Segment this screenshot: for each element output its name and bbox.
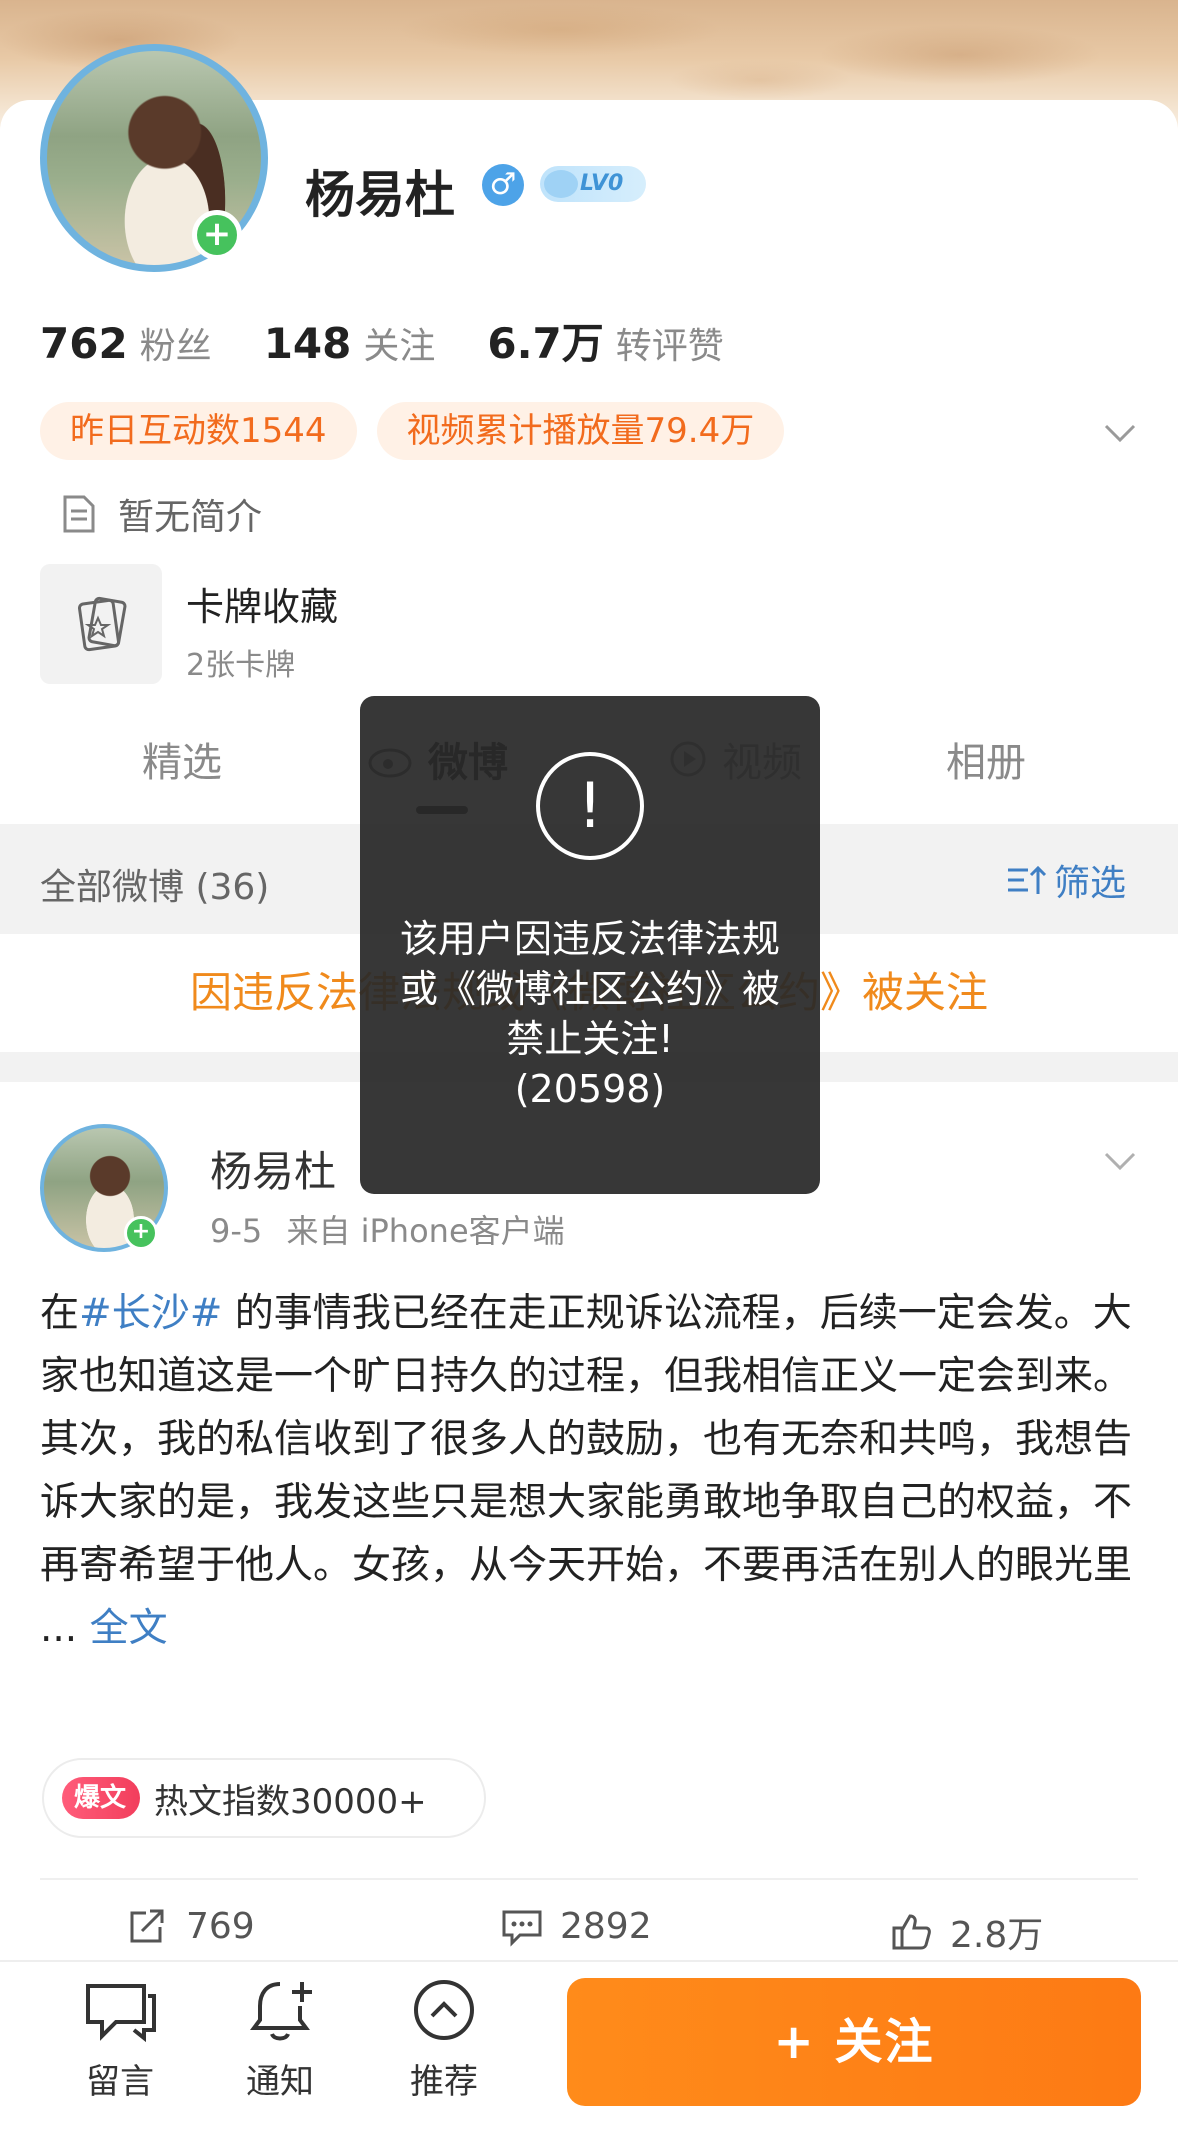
bio: 暂无简介 bbox=[62, 488, 262, 540]
pill-interactions[interactable]: 昨日互动数1544 bbox=[40, 402, 357, 460]
tab-album[interactable]: 相册 bbox=[946, 730, 1026, 788]
stat-following[interactable]: 148 关注 bbox=[264, 317, 436, 369]
repost-button[interactable]: 769 bbox=[126, 1906, 255, 1947]
bell-plus-icon bbox=[250, 1982, 312, 2041]
card-collection-count: 2张卡牌 bbox=[186, 648, 296, 683]
profile-stats: 762 粉丝 148 关注 6.7万 转评赞 bbox=[40, 310, 776, 371]
post-paragraph: 其次，我的私信收到了很多人的鼓励，也有无奈和共鸣，我想告诉大家的是，我发这些只是… bbox=[40, 1408, 1150, 1660]
chevron-down-icon[interactable] bbox=[1098, 410, 1142, 454]
comment-icon bbox=[502, 1910, 542, 1947]
toast-message-block: 该用户因违反法律法规或《微博社区公约》被禁止关注! (20598) bbox=[390, 914, 790, 1114]
post-text: 在 bbox=[40, 1291, 80, 1336]
tab-label: 精选 bbox=[142, 740, 222, 786]
filter-icon bbox=[1008, 865, 1047, 894]
hot-post-chip[interactable]: 爆文 热文指数30000+ bbox=[42, 1758, 486, 1838]
follow-button[interactable]: + 关注 bbox=[567, 1978, 1141, 2106]
notify-label: 通知 bbox=[246, 2062, 314, 2102]
stat-label: 关注 bbox=[363, 326, 436, 367]
level-badge[interactable]: LV0 bbox=[540, 166, 646, 202]
post-meta: 9-5 来自 iPhone客户端 bbox=[210, 1206, 579, 1252]
notify-button[interactable]: 通知 bbox=[220, 1976, 340, 2103]
card-collection-title[interactable]: 卡牌收藏 bbox=[186, 576, 338, 631]
stat-number: 6.7万 bbox=[487, 319, 604, 368]
hot-badge: 爆文 bbox=[62, 1777, 141, 1819]
message-icon bbox=[86, 1984, 156, 2043]
filter-button[interactable]: 筛选 bbox=[1004, 854, 1126, 906]
post-divider bbox=[40, 1878, 1138, 1880]
alert-icon: ! bbox=[536, 752, 644, 860]
bottom-bar: 留言 通知 推荐 + 关注 bbox=[0, 1960, 1178, 2130]
comment-button[interactable]: 2892 bbox=[500, 1906, 652, 1947]
tab-featured[interactable]: 精选 bbox=[142, 730, 222, 788]
post-source: 来自 iPhone客户端 bbox=[286, 1212, 565, 1250]
profile-name: 杨易杜 bbox=[305, 166, 455, 224]
post-author[interactable]: 杨易杜 bbox=[210, 1138, 336, 1199]
like-count: 2.8万 bbox=[950, 1915, 1044, 1956]
repost-icon bbox=[130, 1909, 164, 1942]
post-date: 9-5 bbox=[210, 1212, 263, 1250]
recommend-label: 推荐 bbox=[410, 2062, 478, 2102]
full-text-link[interactable]: 全文 bbox=[90, 1606, 168, 1651]
avatar-add-icon[interactable]: + bbox=[192, 210, 242, 260]
thumbs-up-icon bbox=[892, 1914, 931, 1950]
stat-label: 粉丝 bbox=[139, 326, 212, 367]
tab-label: 相册 bbox=[946, 740, 1026, 786]
document-icon bbox=[63, 495, 95, 533]
post-avatar-add-icon[interactable]: + bbox=[124, 1216, 158, 1250]
stat-number: 148 bbox=[263, 319, 352, 368]
stat-fans[interactable]: 762 粉丝 bbox=[40, 317, 212, 369]
profile-pills: 昨日互动数1544 视频累计播放量79.4万 bbox=[40, 402, 804, 460]
stat-interactions[interactable]: 6.7万 转评赞 bbox=[487, 310, 723, 371]
male-icon: ♂ bbox=[482, 164, 524, 206]
chevron-up-circle-icon bbox=[414, 1980, 474, 2040]
like-button[interactable]: 2.8万 bbox=[890, 1906, 1043, 1958]
topic-link[interactable]: #长沙# bbox=[79, 1291, 222, 1336]
repost-count: 769 bbox=[186, 1906, 255, 1947]
hot-index-text: 热文指数30000+ bbox=[154, 1781, 427, 1822]
post-paragraph: 在#长沙# 的事情我已经在走正规诉讼流程，后续一定会发。大家也知道这是一个旷日持… bbox=[40, 1282, 1150, 1408]
post-text: 其次，我的私信收到了很多人的鼓励，也有无奈和共鸣，我想告诉大家的是，我发这些只是… bbox=[40, 1417, 1133, 1651]
message-button[interactable]: 留言 bbox=[60, 1976, 180, 2103]
recommend-button[interactable]: 推荐 bbox=[384, 1976, 504, 2103]
comment-count: 2892 bbox=[560, 1906, 652, 1947]
pill-video-plays[interactable]: 视频累计播放量79.4万 bbox=[376, 402, 785, 460]
stat-number: 762 bbox=[40, 319, 128, 368]
stat-label: 转评赞 bbox=[615, 326, 724, 367]
toast-error-code: (20598) bbox=[514, 1067, 666, 1111]
chevron-down-icon[interactable] bbox=[1098, 1138, 1142, 1182]
toast-message: 该用户因违反法律法规或《微博社区公约》被禁止关注! bbox=[399, 917, 780, 1061]
error-toast: ! 该用户因违反法律法规或《微博社区公约》被禁止关注! (20598) bbox=[360, 696, 820, 1194]
filter-label: 筛选 bbox=[1054, 863, 1127, 904]
bio-text: 暂无简介 bbox=[118, 497, 263, 538]
card-collection-icon[interactable] bbox=[40, 564, 162, 684]
message-label: 留言 bbox=[86, 2062, 154, 2102]
post-body: 在#长沙# 的事情我已经在走正规诉讼流程，后续一定会发。大家也知道这是一个旷日持… bbox=[40, 1282, 1150, 1660]
profile-page: + 杨易杜 ♂ LV0 762 粉丝 148 关注 6.7万 转评赞 昨日互动数… bbox=[0, 0, 1178, 2130]
all-weibo-count[interactable]: 全部微博 (36) bbox=[40, 858, 269, 910]
